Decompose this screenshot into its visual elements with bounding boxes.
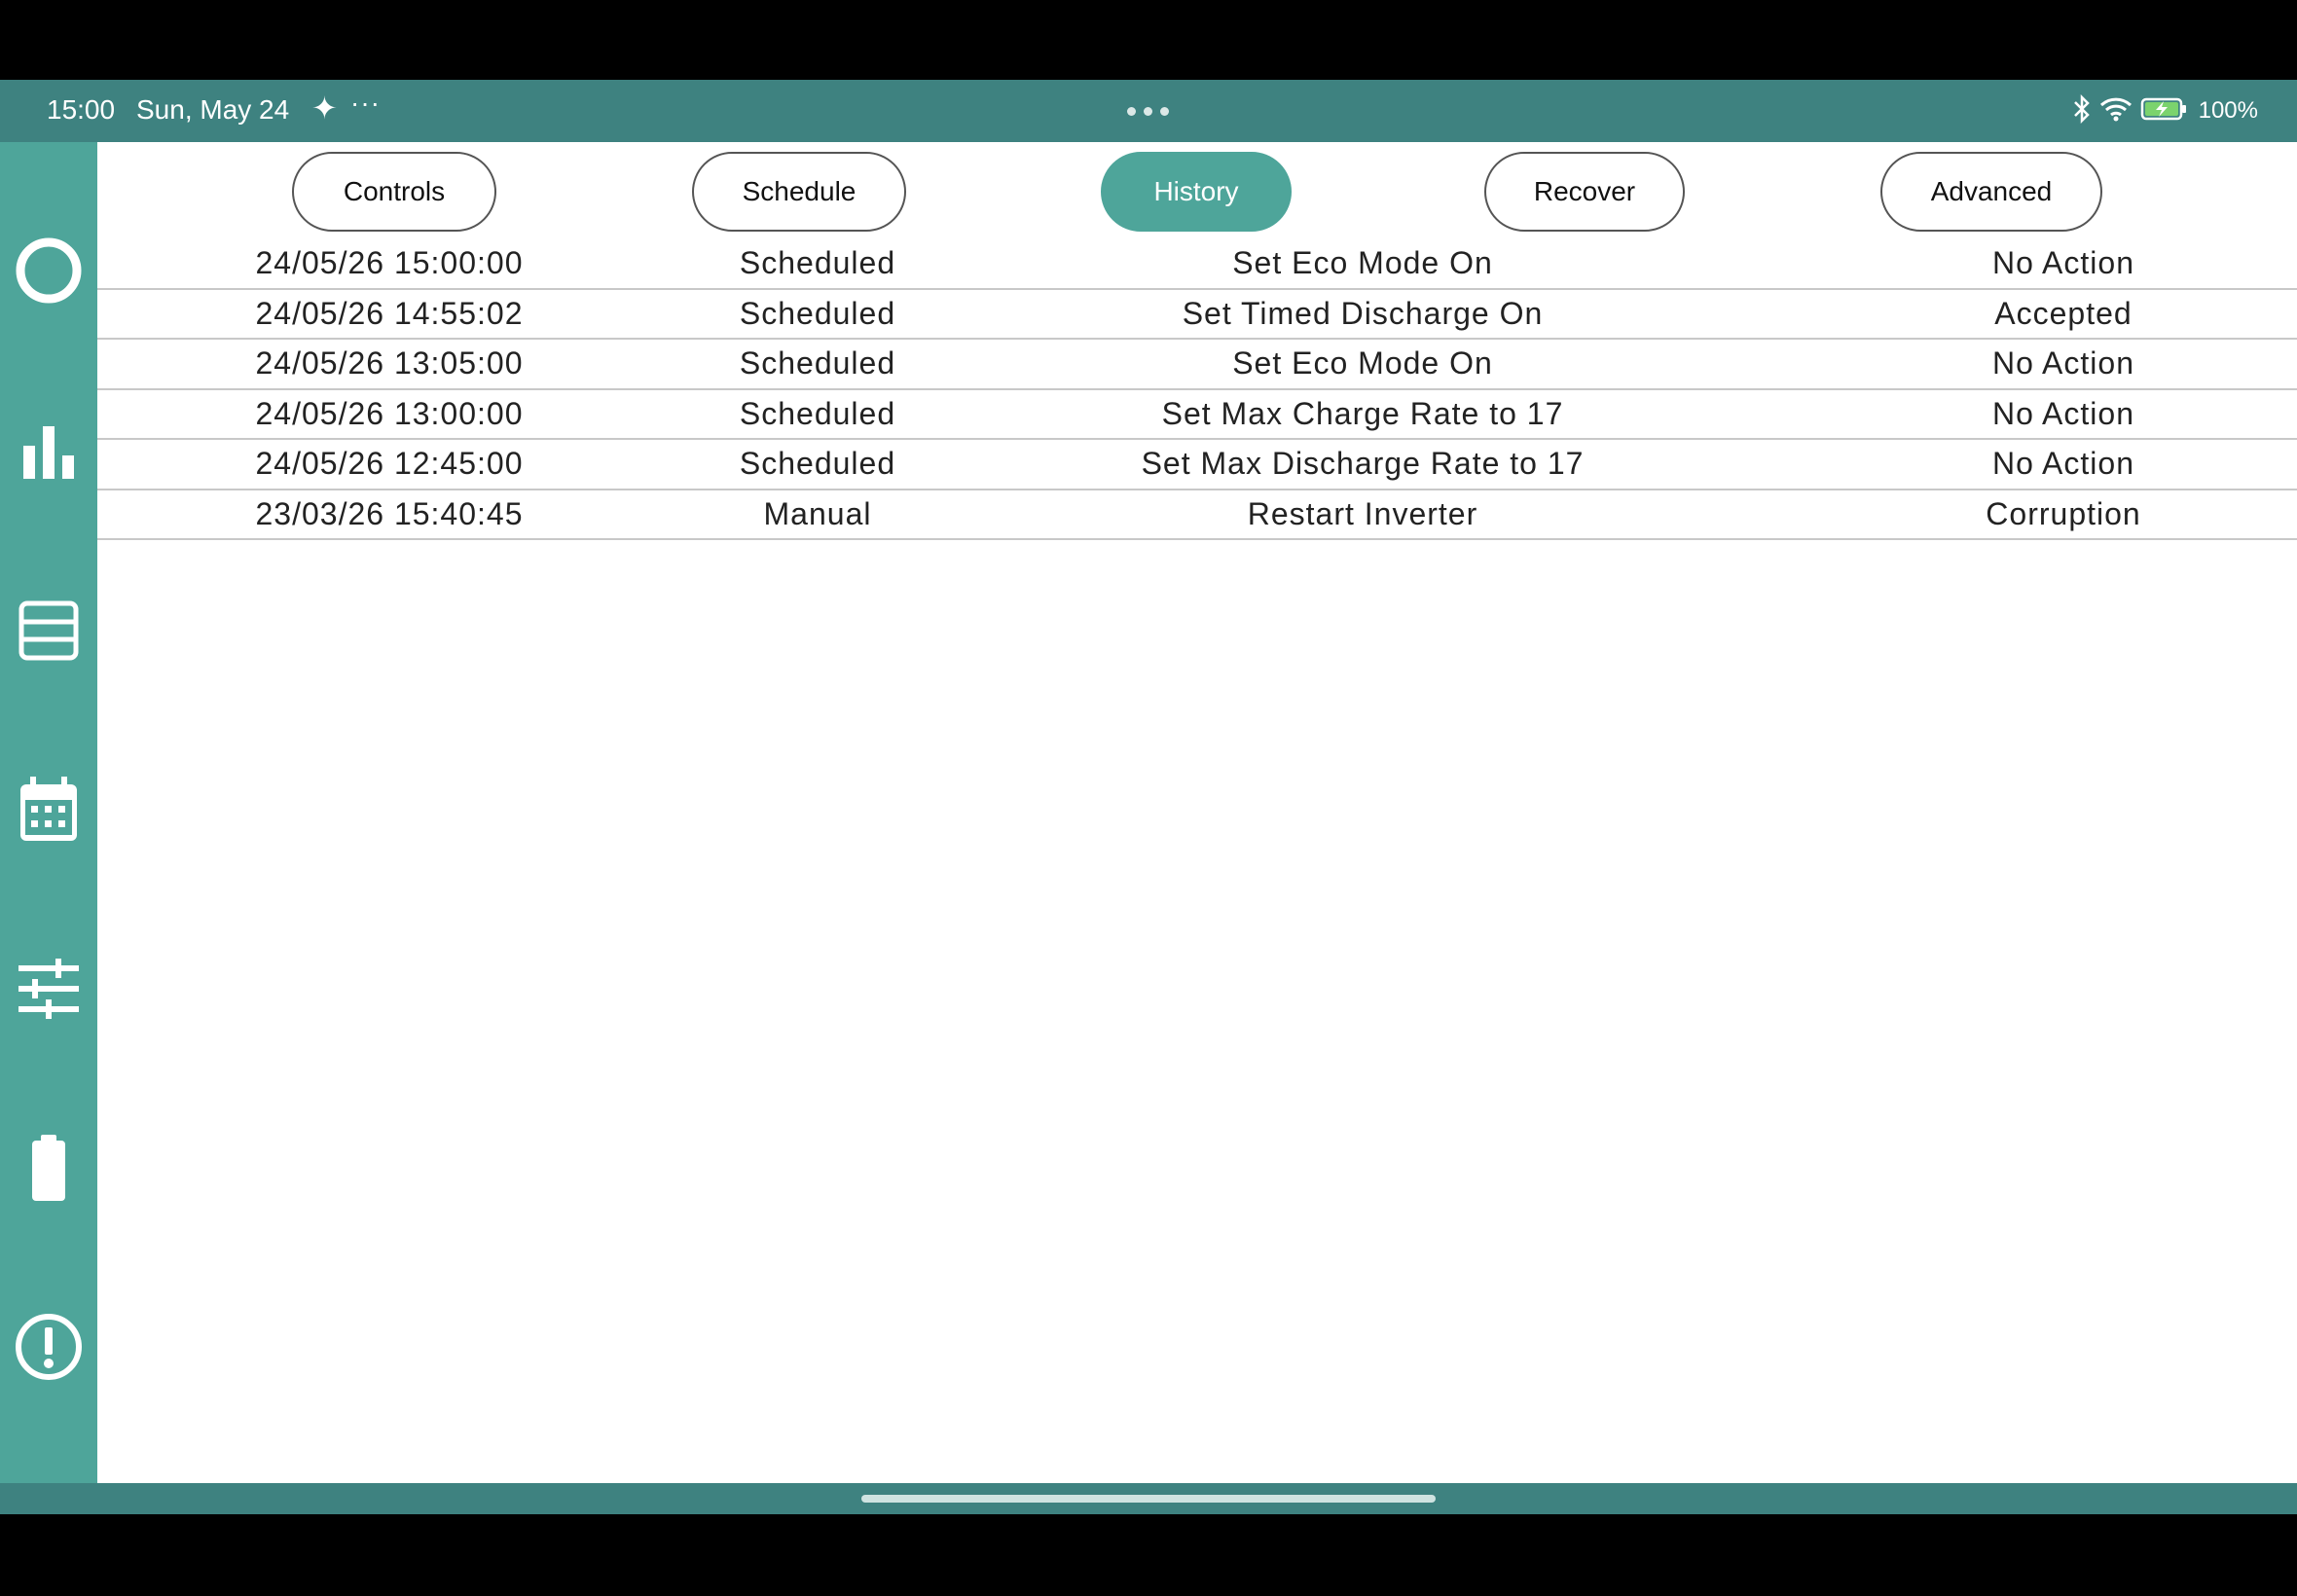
- calendar-icon[interactable]: [14, 775, 84, 845]
- tab-advanced[interactable]: Advanced: [1880, 152, 2102, 232]
- list-icon[interactable]: [14, 596, 84, 666]
- cell-time: 24/05/26 12:45:00: [255, 446, 524, 481]
- cell-type: Scheduled: [739, 245, 896, 280]
- cell-result: No Action: [1992, 395, 2134, 431]
- sidebar: [0, 142, 97, 1483]
- cell-result: No Action: [1992, 245, 2134, 280]
- status-bar: 15:00 Sun, May 24 ✦ ··· 100%: [0, 80, 2297, 142]
- cell-type: Scheduled: [739, 295, 896, 331]
- table-row[interactable]: 23/03/26 15:40:45 Manual Restart Inverte…: [97, 490, 2297, 540]
- device-screen: 15:00 Sun, May 24 ✦ ··· 100% Controls Sc…: [0, 0, 2297, 1596]
- cell-time: 24/05/26 15:00:00: [255, 245, 524, 280]
- tab-recover[interactable]: Recover: [1484, 152, 1685, 232]
- cell-action: Set Timed Discharge On: [1182, 295, 1544, 331]
- cell-action: Set Max Charge Rate to 17: [1161, 395, 1564, 431]
- tab-schedule[interactable]: Schedule: [692, 152, 906, 232]
- cell-time: 24/05/26 14:55:02: [255, 295, 524, 331]
- tab-history[interactable]: History: [1101, 152, 1292, 232]
- cell-type: Scheduled: [739, 345, 896, 381]
- wifi-icon: [2099, 95, 2133, 127]
- sliders-icon[interactable]: [14, 954, 84, 1024]
- cell-action: Restart Inverter: [1247, 495, 1478, 531]
- cell-time: 24/05/26 13:00:00: [255, 395, 524, 431]
- status-icons: 100%: [2072, 93, 2258, 128]
- cell-type: Scheduled: [739, 395, 896, 431]
- window-options-icon[interactable]: [1119, 107, 1178, 117]
- bar-chart-icon[interactable]: [14, 417, 84, 487]
- cell-result: No Action: [1992, 446, 2134, 481]
- cell-result: Accepted: [1994, 295, 2133, 331]
- cell-action: Set Max Discharge Rate to 17: [1141, 446, 1585, 481]
- status-time: 15:00: [47, 94, 116, 125]
- cell-type: Scheduled: [739, 446, 896, 481]
- battery-icon[interactable]: [14, 1133, 84, 1203]
- cell-type: Manual: [763, 495, 872, 531]
- cell-action: Set Eco Mode On: [1232, 245, 1493, 280]
- navigation-bar: [0, 1483, 2297, 1514]
- history-table: 24/05/26 15:00:00 Scheduled Set Eco Mode…: [97, 239, 2297, 540]
- home-gesture-handle[interactable]: [861, 1495, 1436, 1503]
- table-row[interactable]: 24/05/26 15:00:00 Scheduled Set Eco Mode…: [97, 239, 2297, 290]
- status-date: Sun, May 24: [136, 94, 290, 125]
- table-row[interactable]: 24/05/26 13:00:00 Scheduled Set Max Char…: [97, 390, 2297, 440]
- alert-icon[interactable]: [14, 1312, 84, 1382]
- cell-time: 24/05/26 13:05:00: [255, 345, 524, 381]
- more-notifications-icon: ···: [350, 88, 381, 118]
- sparkle-icon: ✦: [311, 91, 338, 126]
- battery-charging-icon: [2140, 96, 2187, 127]
- table-row[interactable]: 24/05/26 13:05:00 Scheduled Set Eco Mode…: [97, 340, 2297, 390]
- table-row[interactable]: 24/05/26 14:55:02 Scheduled Set Timed Di…: [97, 290, 2297, 340]
- home-circle-icon[interactable]: [14, 236, 84, 306]
- tab-controls[interactable]: Controls: [292, 152, 496, 232]
- cell-result: No Action: [1992, 345, 2134, 381]
- table-row[interactable]: 24/05/26 12:45:00 Scheduled Set Max Disc…: [97, 440, 2297, 490]
- cell-result: Corruption: [1986, 495, 2141, 531]
- battery-percent: 100%: [2198, 97, 2258, 124]
- main-content: Controls Schedule History Recover Advanc…: [97, 142, 2297, 1483]
- bluetooth-icon: [2072, 93, 2092, 128]
- cell-action: Set Eco Mode On: [1232, 345, 1493, 381]
- cell-time: 23/03/26 15:40:45: [255, 495, 524, 531]
